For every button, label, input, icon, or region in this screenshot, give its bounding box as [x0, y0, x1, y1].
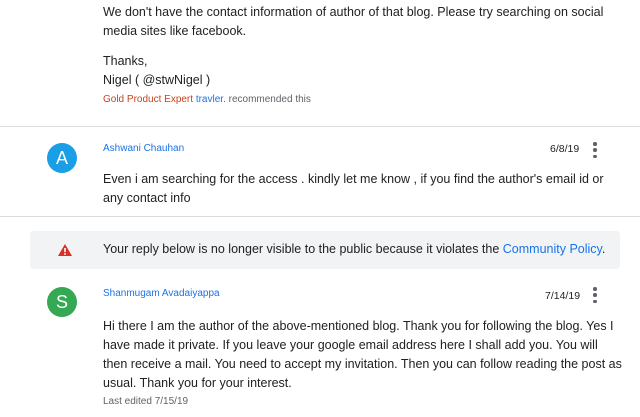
- last-edited-label: Last edited 7/15/19: [103, 396, 189, 407]
- recommended-text: . recommended this: [223, 94, 311, 105]
- divider: [0, 126, 640, 127]
- notice-end: .: [601, 242, 606, 256]
- post-date: 7/14/19: [545, 290, 581, 302]
- author-name[interactable]: Shanmugam Avadaiyappa: [103, 288, 220, 299]
- more-options-icon[interactable]: [590, 142, 600, 158]
- avatar[interactable]: A: [47, 143, 77, 173]
- avatar-letter: A: [55, 147, 68, 168]
- recommender-link[interactable]: travler: [196, 94, 223, 105]
- avatar[interactable]: S: [47, 287, 77, 317]
- reply-body: We don't have the contact information of…: [103, 3, 623, 90]
- comment-body: Hi there I am the author of the above-me…: [103, 319, 622, 390]
- policy-notice: Your reply below is no longer visible to…: [30, 231, 620, 269]
- divider: [0, 216, 640, 217]
- post-date: 6/8/19: [550, 143, 580, 155]
- reply-signature: Nigel ( @stwNigel ): [103, 73, 211, 87]
- warning-icon: [58, 244, 72, 256]
- author-name[interactable]: Ashwani Chauhan: [103, 143, 184, 154]
- reply-signoff: Thanks,: [103, 54, 148, 68]
- more-options-icon[interactable]: [590, 287, 600, 303]
- community-policy-link[interactable]: Community Policy: [503, 242, 602, 256]
- recommendation-line: Gold Product Expert travler. recommended…: [103, 94, 311, 105]
- reply-paragraph: We don't have the contact information of…: [103, 5, 604, 38]
- gold-expert-badge[interactable]: Gold Product Expert: [103, 94, 193, 105]
- notice-text: Your reply below is no longer visible to…: [103, 242, 503, 256]
- comment-body: Even i am searching for the access . kin…: [103, 172, 604, 205]
- notice-message: Your reply below is no longer visible to…: [103, 242, 605, 256]
- avatar-letter: S: [55, 291, 68, 312]
